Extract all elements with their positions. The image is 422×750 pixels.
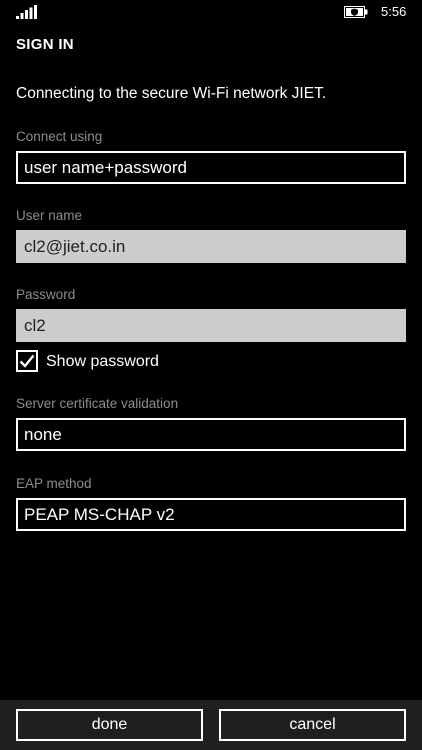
server-certificate-picker[interactable]: none [16,418,406,451]
battery-saver-icon [344,6,368,18]
user-name-label: User name [16,208,83,223]
status-time: 5:56 [381,4,407,19]
page-title: SIGN IN [16,36,74,53]
eap-method-label: EAP method [16,476,92,491]
show-password-label[interactable]: Show password [46,353,159,371]
server-certificate-label: Server certificate validation [16,396,179,411]
connection-message: Connecting to the secure Wi-Fi network J… [16,85,327,102]
eap-method-picker[interactable]: PEAP MS-CHAP v2 [16,498,406,531]
connect-using-label: Connect using [16,129,103,144]
checkmark-icon [19,354,35,368]
show-password-checkbox[interactable] [16,350,38,372]
status-bar: 5:56 [0,0,422,26]
connect-using-picker[interactable]: user name+password [16,151,406,184]
user-name-field[interactable]: cl2@jiet.co.in [16,230,406,263]
cancel-button[interactable]: cancel [219,709,406,741]
password-field[interactable]: cl2 [16,309,406,342]
app-bar: done cancel [0,700,422,750]
password-label: Password [16,287,76,302]
done-button[interactable]: done [16,709,203,741]
signal-bars-icon [16,5,37,19]
